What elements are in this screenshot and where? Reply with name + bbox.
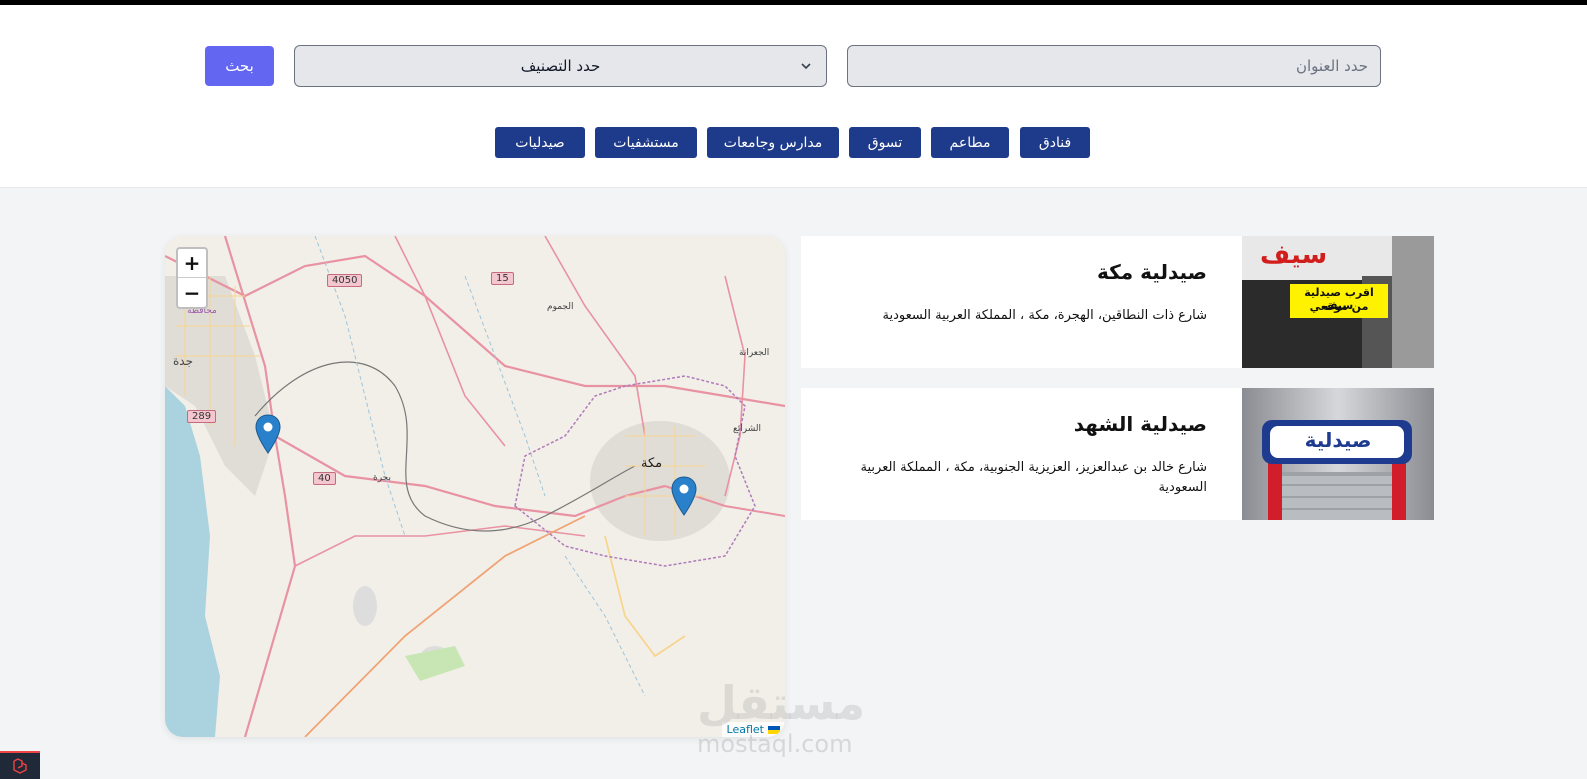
result-card[interactable]: صيدلية صيدلية الشهد شارع خالد بن عبدالعز… bbox=[801, 388, 1434, 520]
route-shield: 289 bbox=[187, 410, 217, 423]
category-hospitals-button[interactable]: مستشفيات bbox=[595, 127, 697, 158]
result-title[interactable]: صيدلية مكة bbox=[1097, 260, 1207, 284]
result-thumbnail: صيدلية bbox=[1242, 388, 1434, 520]
route-shield: 15 bbox=[491, 272, 514, 285]
thumb-sign-top: صيدلية bbox=[1304, 428, 1372, 452]
thumb-sign-line2: من موقعي bbox=[1309, 300, 1369, 313]
chevron-down-icon bbox=[801, 63, 811, 70]
zoom-out-button[interactable]: − bbox=[178, 278, 206, 307]
category-hotels-button[interactable]: فنادق bbox=[1020, 127, 1090, 158]
result-title[interactable]: صيدلية الشهد bbox=[1074, 412, 1207, 436]
map-label-jiranah: الجعرانة bbox=[739, 348, 770, 358]
watermark-latin: mostaql.com bbox=[697, 730, 853, 758]
map-label-jeddah: جدة bbox=[173, 354, 194, 368]
result-card[interactable]: سيف اقرب صيدلية سيف من موقعي صيدلية مكة … bbox=[801, 236, 1434, 368]
laravel-debug-icon[interactable] bbox=[0, 751, 40, 779]
map-view[interactable]: جدة محافظة مكة بحرة الجموم الجعرانة الشر… bbox=[165, 236, 785, 737]
thumb-sign-top: سيف bbox=[1260, 240, 1328, 270]
map-marker-icon[interactable] bbox=[671, 476, 697, 516]
watermark-arabic: مستقل bbox=[697, 676, 866, 730]
route-shield: 4050 bbox=[327, 274, 363, 287]
category-select[interactable]: حدد التصنيف bbox=[294, 45, 827, 87]
map-marker-icon[interactable] bbox=[255, 414, 281, 454]
storefront-image bbox=[1242, 388, 1434, 520]
map-label-sharaie: الشرائع bbox=[733, 424, 762, 434]
category-pharmacies-button[interactable]: صيدليات bbox=[495, 127, 585, 158]
search-header: بحث حدد التصنيف فنادق مطاعم تسوق مدارس و… bbox=[0, 5, 1587, 188]
category-restaurants-button[interactable]: مطاعم bbox=[931, 127, 1009, 158]
result-thumbnail: سيف اقرب صيدلية سيف من موقعي bbox=[1242, 236, 1434, 368]
result-address: شارع ذات النطاقين، الهجرة، مكة ، المملكة… bbox=[882, 308, 1208, 323]
search-button[interactable]: بحث bbox=[205, 46, 274, 86]
zoom-control: + − bbox=[176, 247, 208, 309]
map-label-bahra: بحرة bbox=[373, 473, 391, 483]
category-select-value: حدد التصنيف bbox=[520, 57, 601, 75]
category-shopping-button[interactable]: تسوق bbox=[849, 127, 921, 158]
map-label-jumum: الجموم bbox=[547, 302, 574, 312]
route-shield: 40 bbox=[313, 472, 336, 485]
result-address: شارع خالد بن عبدالعزيز، العزيزية الجنوبي… bbox=[860, 460, 1207, 495]
laravel-logo-icon bbox=[13, 758, 27, 774]
address-input[interactable] bbox=[847, 45, 1381, 87]
zoom-in-button[interactable]: + bbox=[178, 249, 206, 278]
category-schools-button[interactable]: مدارس وجامعات bbox=[707, 127, 839, 158]
map-label-makkah: مكة bbox=[641, 456, 663, 471]
